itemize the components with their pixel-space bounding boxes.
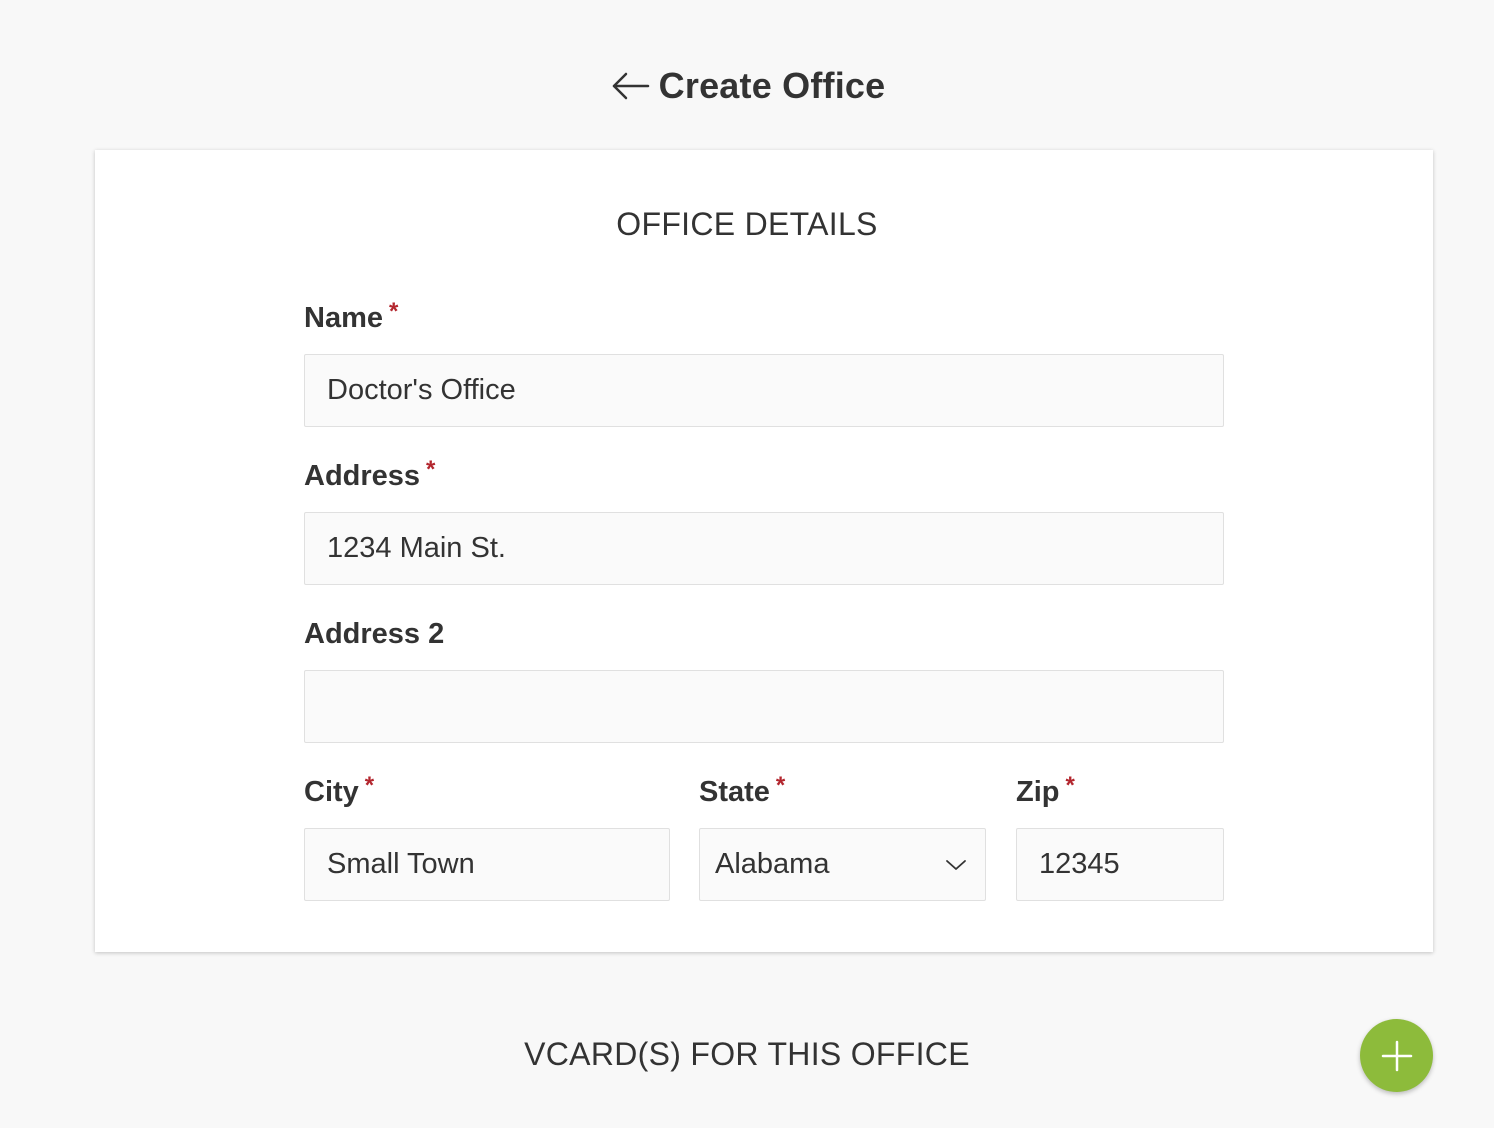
address2-input[interactable] bbox=[304, 670, 1224, 743]
zip-label-text: Zip bbox=[1016, 776, 1060, 808]
chevron-down-icon bbox=[946, 859, 966, 870]
add-vcard-button[interactable] bbox=[1360, 1019, 1433, 1092]
address-input-value: 1234 Main St. bbox=[327, 532, 506, 564]
state-label-text: State bbox=[699, 776, 770, 808]
address2-label: Address 2 bbox=[304, 618, 444, 651]
city-label-text: City bbox=[304, 776, 359, 808]
page-header: Create Office bbox=[0, 58, 1494, 114]
vcards-heading: VCARD(S) FOR THIS OFFICE bbox=[524, 1036, 970, 1072]
address-label: Address * bbox=[304, 456, 435, 493]
state-label: State * bbox=[699, 772, 785, 809]
state-select-value: Alabama bbox=[715, 848, 830, 880]
back-button[interactable] bbox=[609, 64, 653, 108]
name-label: Name * bbox=[304, 298, 398, 335]
name-input[interactable]: Doctor's Office bbox=[304, 354, 1224, 427]
address2-label-text: Address 2 bbox=[304, 618, 445, 650]
office-details-heading: OFFICE DETAILS bbox=[616, 206, 878, 242]
name-input-value: Doctor's Office bbox=[327, 374, 516, 406]
required-marker: * bbox=[426, 456, 436, 483]
zip-label: Zip * bbox=[1016, 772, 1075, 809]
city-input-value: Small Town bbox=[327, 848, 475, 880]
arrow-left-icon bbox=[612, 72, 649, 100]
address-input[interactable]: 1234 Main St. bbox=[304, 512, 1224, 585]
city-input[interactable]: Small Town bbox=[304, 828, 670, 901]
zip-input[interactable]: 12345 bbox=[1016, 828, 1224, 901]
required-marker: * bbox=[364, 772, 375, 799]
page-title: Create Office bbox=[658, 65, 886, 106]
required-marker: * bbox=[389, 298, 399, 325]
city-label: City * bbox=[304, 772, 374, 809]
state-select[interactable]: Alabama bbox=[699, 828, 986, 901]
plus-icon bbox=[1381, 1040, 1412, 1071]
address-label-text: Address bbox=[304, 460, 421, 492]
name-label-text: Name bbox=[304, 302, 383, 334]
zip-input-value: 12345 bbox=[1039, 848, 1120, 880]
required-marker: * bbox=[775, 772, 786, 799]
required-marker: * bbox=[1065, 772, 1075, 799]
